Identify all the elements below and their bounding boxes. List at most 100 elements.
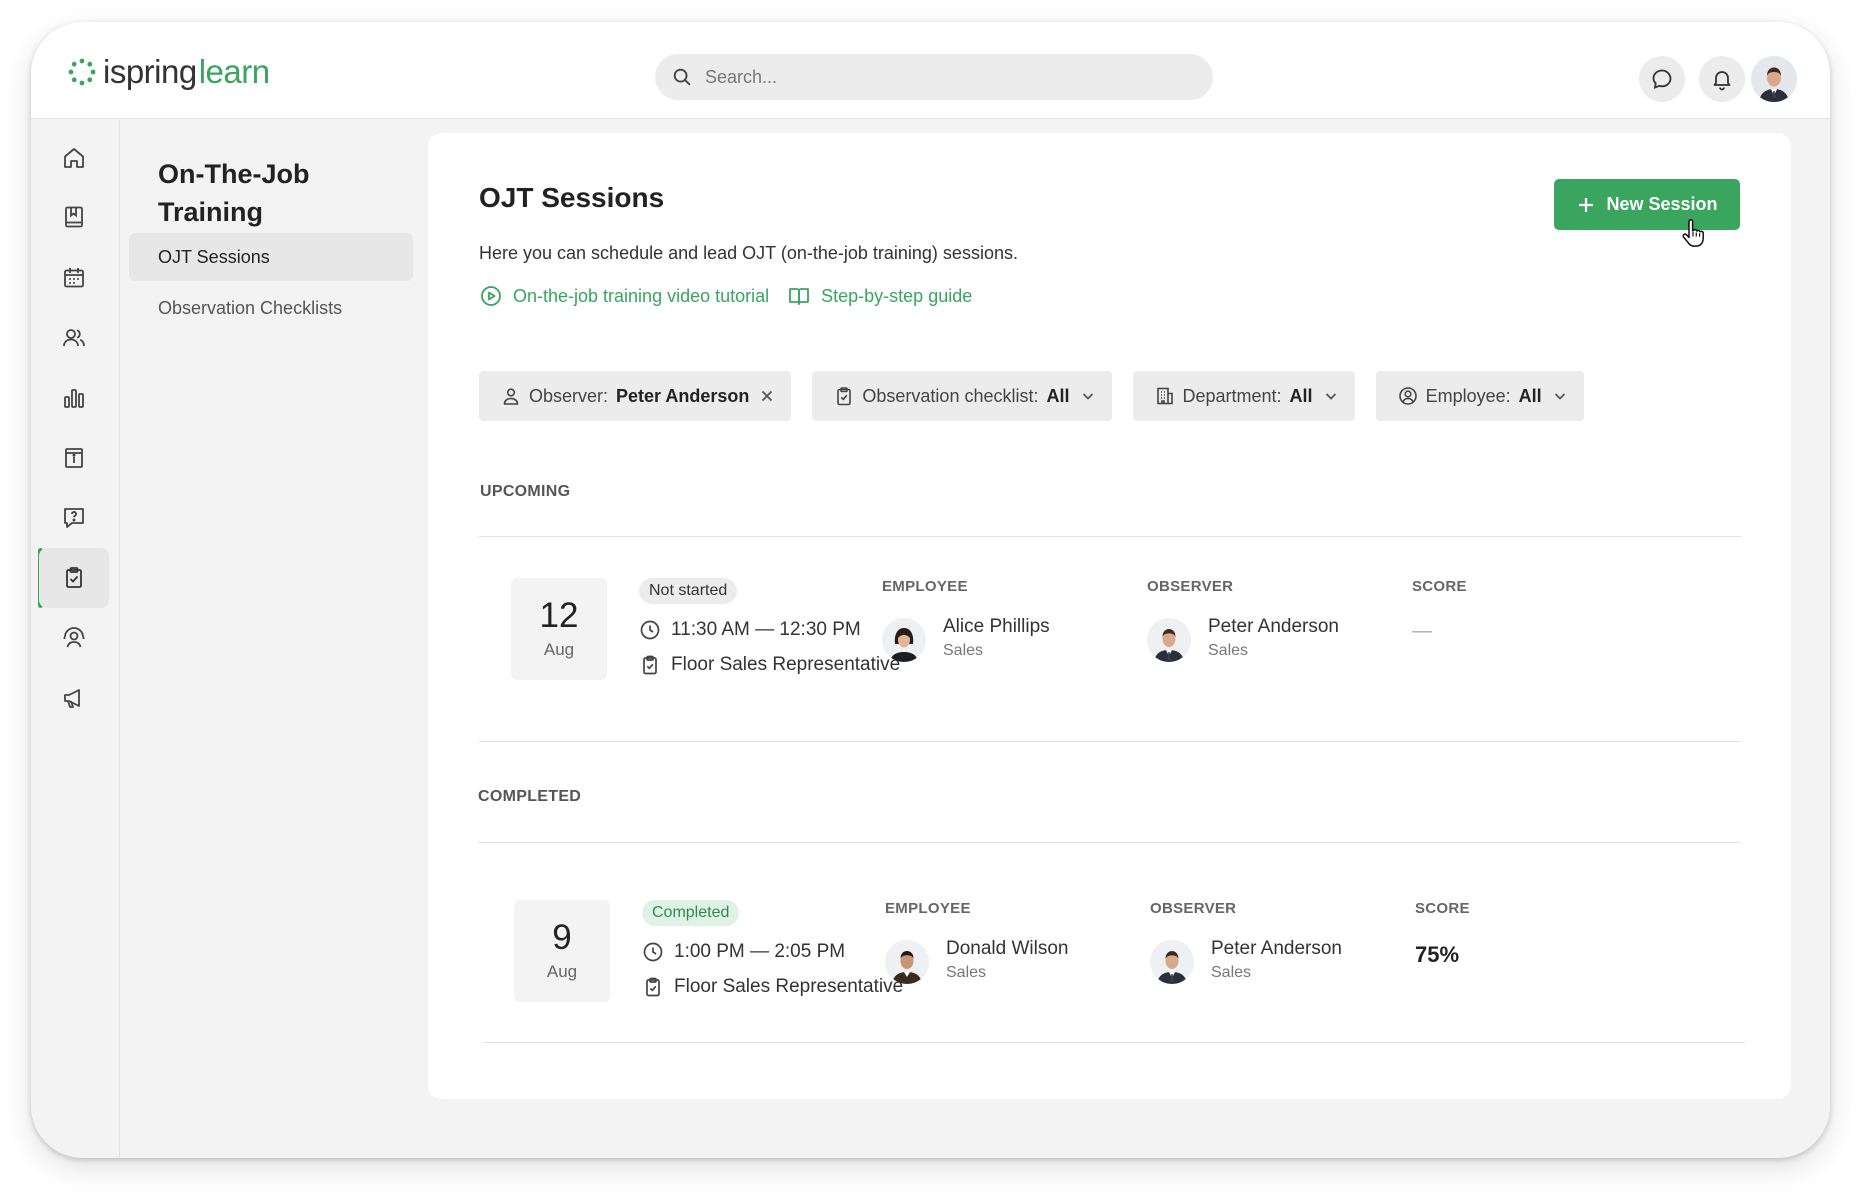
help-links: On-the-job training video tutorial Step-… xyxy=(479,284,990,308)
observer-name: Peter Anderson xyxy=(1211,938,1342,959)
calendar-icon xyxy=(64,268,84,288)
employee-photo-icon xyxy=(882,618,926,662)
avatar xyxy=(882,618,926,662)
notifications-button[interactable] xyxy=(1699,56,1745,102)
rail-item-calendar[interactable] xyxy=(39,248,109,308)
main-panel: OJT Sessions New Session Here you can sc… xyxy=(428,133,1791,1099)
observer-cell[interactable]: Peter Anderson Sales xyxy=(1150,936,1342,984)
department-filter-label: Department: xyxy=(1182,385,1282,406)
rail-item-info[interactable] xyxy=(39,428,109,488)
session-row-completed[interactable]: 9 Aug Completed 1:00 PM — 2:05 PM Floor … xyxy=(514,900,1734,1010)
rail-item-reports[interactable] xyxy=(39,368,109,428)
top-bar: ispring learn xyxy=(31,22,1830,119)
user-avatar[interactable] xyxy=(1751,56,1797,102)
brand-logo[interactable]: ispring learn xyxy=(67,52,270,92)
divider xyxy=(479,741,1741,742)
rail-item-home[interactable] xyxy=(39,128,109,188)
home-icon xyxy=(64,148,84,168)
department-filter-value: All xyxy=(1289,385,1313,406)
observer-name: Peter Anderson xyxy=(1208,616,1339,637)
session-score: 75% xyxy=(1415,942,1460,967)
bell-icon xyxy=(1713,71,1731,91)
info-page-icon xyxy=(65,448,83,468)
observer-department: Sales xyxy=(1208,642,1249,659)
user-photo-icon xyxy=(1751,56,1797,102)
employee-photo-icon xyxy=(885,940,929,984)
observer-filter[interactable]: Observer: Peter Anderson xyxy=(479,371,792,421)
session-time-text: 1:00 PM — 2:05 PM xyxy=(674,941,846,962)
avatar xyxy=(885,940,929,984)
employee-filter[interactable]: Employee: All xyxy=(1375,371,1584,421)
section-nav: On-The-Job Training OJT Sessions Observa… xyxy=(120,120,420,1158)
session-time: 11:30 AM — 12:30 PM xyxy=(639,619,861,641)
search-box[interactable] xyxy=(655,54,1213,100)
clock-icon xyxy=(640,620,660,640)
rail-item-announcements[interactable] xyxy=(39,668,109,728)
rail-item-courses[interactable] xyxy=(39,187,109,247)
section-title: On-The-Job Training xyxy=(158,159,310,227)
step-guide-label: Step-by-step guide xyxy=(821,285,973,306)
bar-chart-icon xyxy=(64,389,84,408)
clipboard-check-icon xyxy=(643,655,657,675)
observer-filter-value: Peter Anderson xyxy=(616,385,750,406)
video-tutorial-label: On-the-job training video tutorial xyxy=(513,285,770,306)
plus-icon xyxy=(1579,197,1594,212)
page-description: Here you can schedule and lead OJT (on-t… xyxy=(479,243,1018,263)
employee-cell[interactable]: Donald Wilson Sales xyxy=(885,936,1069,984)
icon-rail xyxy=(31,120,120,1158)
employee-department: Sales xyxy=(946,964,987,981)
new-session-button[interactable]: New Session xyxy=(1554,179,1740,230)
chevron-down-icon xyxy=(1554,393,1565,400)
clipboard-check-icon xyxy=(66,567,82,588)
clear-filter-icon[interactable] xyxy=(759,388,775,404)
observer-column-header: OBSERVER xyxy=(1147,578,1234,595)
observer-column-header: OBSERVER xyxy=(1150,900,1237,917)
employee-filter-value: All xyxy=(1518,385,1542,406)
chat-button[interactable] xyxy=(1639,56,1685,102)
filter-bar: Observer: Peter Anderson Observation che… xyxy=(479,371,1605,421)
session-row-upcoming[interactable]: 12 Aug Not started 11:30 AM — 12:30 PM F… xyxy=(511,578,1731,688)
avatar xyxy=(1150,940,1194,984)
subnav-item-ojt-sessions[interactable]: OJT Sessions xyxy=(129,233,413,281)
brand-name-part2: learn xyxy=(198,53,270,90)
employee-column-header: EMPLOYEE xyxy=(882,578,968,595)
score-column-header: SCORE xyxy=(1415,900,1470,917)
search-input[interactable] xyxy=(705,66,1185,88)
rail-item-ojt[interactable] xyxy=(39,548,109,608)
rail-item-users[interactable] xyxy=(39,308,109,368)
supervisor-icon xyxy=(63,627,85,648)
checklist-filter[interactable]: Observation checklist: All xyxy=(812,371,1112,421)
users-icon xyxy=(63,329,85,347)
rail-item-supervisor[interactable] xyxy=(39,608,109,668)
observer-photo-icon xyxy=(1150,940,1194,984)
completed-section-label: COMPLETED xyxy=(478,788,582,805)
search-icon xyxy=(673,68,691,86)
observer-cell[interactable]: Peter Anderson Sales xyxy=(1147,614,1339,662)
clock-icon xyxy=(643,942,663,962)
department-filter[interactable]: Department: All xyxy=(1132,371,1355,421)
chevron-down-icon xyxy=(1325,393,1336,400)
rail-item-help[interactable] xyxy=(39,488,109,548)
video-tutorial-link[interactable]: On-the-job training video tutorial xyxy=(479,284,769,308)
employee-cell[interactable]: Alice Phillips Sales xyxy=(882,614,1050,662)
session-checklist: Floor Sales Representative xyxy=(642,976,903,998)
subnav-item-observation-checklists[interactable]: Observation Checklists xyxy=(129,284,413,332)
page-title: OJT Sessions xyxy=(479,182,665,213)
session-checklist-text: Floor Sales Representative xyxy=(671,654,901,675)
building-icon xyxy=(1156,387,1173,405)
session-checklist-text: Floor Sales Representative xyxy=(674,976,904,997)
checklist-filter-value: All xyxy=(1046,385,1070,406)
step-guide-link[interactable]: Step-by-step guide xyxy=(787,284,972,308)
avatar xyxy=(1147,618,1191,662)
employee-column-header: EMPLOYEE xyxy=(885,900,971,917)
status-badge: Not started xyxy=(639,578,738,604)
session-time: 1:00 PM — 2:05 PM xyxy=(642,941,845,963)
session-month: Aug xyxy=(543,640,575,659)
session-month: Aug xyxy=(546,962,578,981)
megaphone-icon xyxy=(64,689,80,708)
divider xyxy=(478,842,1740,843)
upcoming-section-label: UPCOMING xyxy=(480,483,571,500)
observer-department: Sales xyxy=(1211,964,1252,981)
clipboard-check-icon xyxy=(646,977,660,997)
book-icon xyxy=(65,206,83,228)
